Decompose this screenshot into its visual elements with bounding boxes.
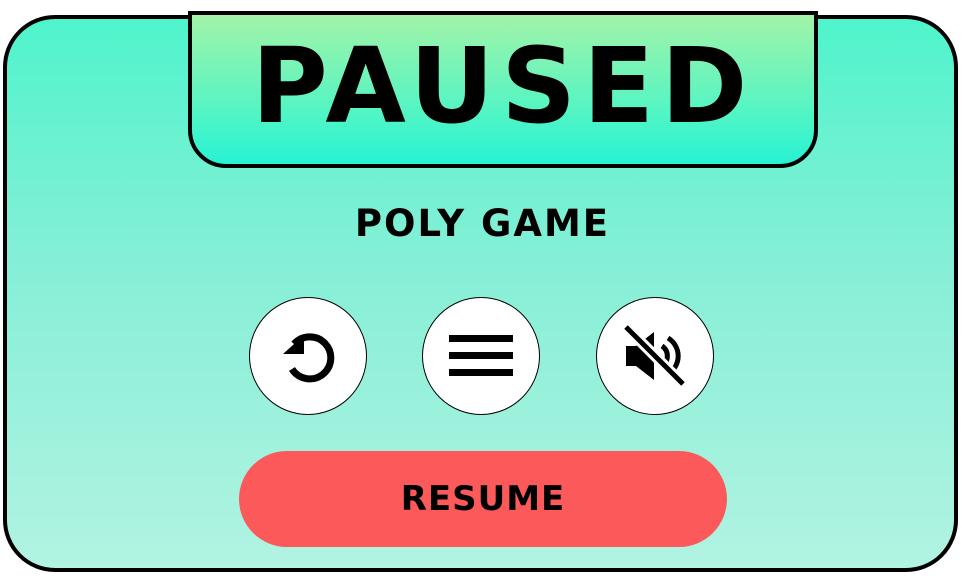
resume-label: RESUME	[400, 479, 566, 519]
muted-speaker-icon	[620, 321, 690, 391]
menu-button[interactable]	[422, 297, 540, 415]
restart-button[interactable]	[249, 297, 367, 415]
sound-toggle-button[interactable]	[596, 297, 714, 415]
resume-button[interactable]: RESUME	[239, 451, 727, 547]
pause-title: PAUSED	[251, 24, 755, 147]
game-name: POLY GAME	[354, 202, 611, 245]
restart-icon	[270, 318, 346, 394]
title-banner: PAUSED	[188, 11, 818, 168]
menu-icon	[446, 326, 516, 386]
